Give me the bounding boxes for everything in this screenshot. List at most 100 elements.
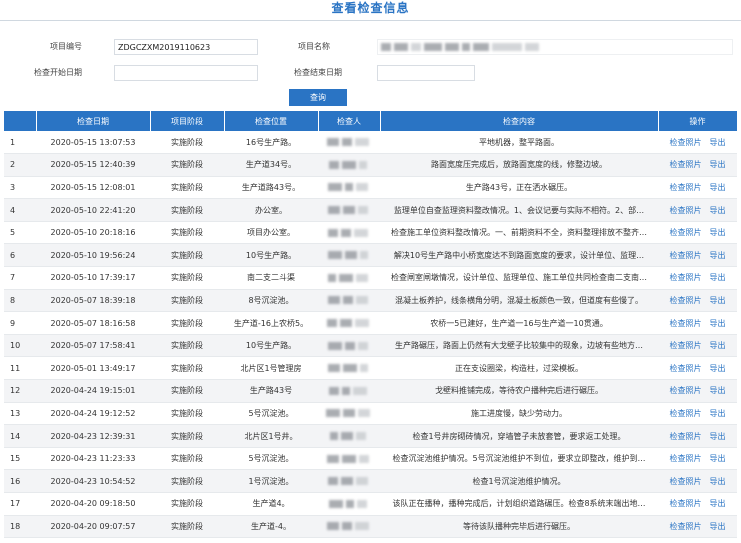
end-date-input[interactable] xyxy=(377,65,475,81)
view-photo-link[interactable]: 检查照片 xyxy=(670,432,702,441)
row-location: 16号生产路。 xyxy=(224,131,318,155)
view-photo-link[interactable]: 检查照片 xyxy=(670,138,702,147)
row-stage: 实施阶段 xyxy=(150,221,224,245)
row-content: 施工进度慢，缺少劳动力。 xyxy=(380,402,658,426)
row-content: 监理单位自查监理资料整改情况。1、会议记要与实际不相符。2、部… xyxy=(380,198,658,222)
row-location: 生产道4。 xyxy=(224,492,318,516)
row-index: 11 xyxy=(4,356,36,381)
row-date: 2020-04-20 09:07:57 xyxy=(36,515,150,539)
table-header-row: 检查日期 项目阶段 检查位置 检查人 检查内容 操作 xyxy=(4,111,738,131)
start-date-input[interactable] xyxy=(114,65,258,81)
header-actions: 操作 xyxy=(658,111,738,131)
row-content: 解决10号生产路中小桥宽度达不到路面宽度的要求，设计单位、监理… xyxy=(380,243,658,268)
row-content: 检查沉淀池维护情况。5号沉淀池维护不到位，要求立即整改，维护到… xyxy=(380,447,658,471)
view-photo-link[interactable]: 检查照片 xyxy=(670,499,702,508)
row-location: 北片区1号井。 xyxy=(224,424,318,448)
export-link[interactable]: 导出 xyxy=(710,522,726,531)
export-link[interactable]: 导出 xyxy=(710,341,726,350)
row-index: 17 xyxy=(4,492,36,516)
row-stage: 实施阶段 xyxy=(150,176,224,200)
row-inspector xyxy=(318,447,380,471)
export-link[interactable]: 导出 xyxy=(710,160,726,169)
export-link[interactable]: 导出 xyxy=(710,319,726,328)
row-content: 等待该队播种完毕后进行碾压。 xyxy=(380,515,658,539)
row-stage: 实施阶段 xyxy=(150,447,224,471)
row-date: 2020-05-10 19:56:24 xyxy=(36,243,150,268)
row-inspector xyxy=(318,469,380,493)
row-inspector xyxy=(318,131,380,155)
view-photo-link[interactable]: 检查照片 xyxy=(670,341,702,350)
view-photo-link[interactable]: 检查照片 xyxy=(670,251,702,260)
table-row: 15 2020-04-23 11:23:33 实施阶段 5号沉淀池。 检查沉淀池维护情况… xyxy=(4,447,737,471)
project-name-field[interactable] xyxy=(377,39,733,55)
row-inspector xyxy=(318,243,380,268)
row-actions: 检查照片 导出 xyxy=(658,379,737,403)
header-location: 检查位置 xyxy=(224,111,319,131)
view-photo-link[interactable]: 检查照片 xyxy=(670,364,702,373)
view-photo-link[interactable]: 检查照片 xyxy=(670,522,702,531)
row-index: 4 xyxy=(4,198,36,222)
view-photo-link[interactable]: 检查照片 xyxy=(670,454,702,463)
row-stage: 实施阶段 xyxy=(150,334,224,358)
view-photo-link[interactable]: 检查照片 xyxy=(670,296,702,305)
view-photo-link[interactable]: 检查照片 xyxy=(670,386,702,395)
row-content: 平地机器，整平路面。 xyxy=(380,131,658,155)
export-link[interactable]: 导出 xyxy=(710,386,726,395)
row-location: 5号沉淀池。 xyxy=(224,447,318,471)
view-photo-link[interactable]: 检查照片 xyxy=(670,206,702,215)
row-inspector xyxy=(318,311,380,335)
view-photo-link[interactable]: 检查照片 xyxy=(670,477,702,486)
row-actions: 检查照片 导出 xyxy=(658,402,737,426)
view-photo-link[interactable]: 检查照片 xyxy=(670,319,702,328)
row-content: 检查1号沉淀池维护情况。 xyxy=(380,469,658,493)
row-content: 正在支设圈梁，构造柱，过梁模板。 xyxy=(380,356,658,381)
row-index: 7 xyxy=(4,266,36,290)
row-index: 16 xyxy=(4,469,36,493)
row-inspector xyxy=(318,176,380,200)
export-link[interactable]: 导出 xyxy=(710,409,726,418)
row-stage: 实施阶段 xyxy=(150,266,224,290)
table-row: 4 2020-05-10 22:41:20 实施阶段 办公室。 监理单位自查监理资料整改… xyxy=(4,198,737,222)
view-photo-link[interactable]: 检查照片 xyxy=(670,409,702,418)
row-actions: 检查照片 导出 xyxy=(658,131,737,155)
export-link[interactable]: 导出 xyxy=(710,273,726,282)
export-link[interactable]: 导出 xyxy=(710,364,726,373)
row-date: 2020-05-01 13:49:17 xyxy=(36,356,150,381)
row-actions: 检查照片 导出 xyxy=(658,311,737,335)
row-content: 检查1号井房砌砖情况，穿墙管子未放套管，要求返工处理。 xyxy=(380,424,658,448)
export-link[interactable]: 导出 xyxy=(710,206,726,215)
export-link[interactable]: 导出 xyxy=(710,183,726,192)
export-link[interactable]: 导出 xyxy=(710,499,726,508)
row-inspector xyxy=(318,153,380,177)
view-photo-link[interactable]: 检查照片 xyxy=(670,183,702,192)
row-index: 8 xyxy=(4,289,36,313)
row-actions: 检查照片 导出 xyxy=(658,447,737,471)
row-date: 2020-05-07 18:16:58 xyxy=(36,311,150,335)
table-row: 16 2020-04-23 10:54:52 实施阶段 1号沉淀池。 检查1号沉淀池维护… xyxy=(4,469,737,493)
project-code-input[interactable] xyxy=(114,39,258,55)
export-link[interactable]: 导出 xyxy=(710,432,726,441)
row-location: 项目办公室。 xyxy=(224,221,318,245)
export-link[interactable]: 导出 xyxy=(710,251,726,260)
row-date: 2020-04-24 19:12:52 xyxy=(36,402,150,426)
view-photo-link[interactable]: 检查照片 xyxy=(670,160,702,169)
export-link[interactable]: 导出 xyxy=(710,477,726,486)
row-index: 2 xyxy=(4,153,36,177)
row-stage: 实施阶段 xyxy=(150,131,224,155)
export-link[interactable]: 导出 xyxy=(710,228,726,237)
row-inspector xyxy=(318,289,380,313)
view-photo-link[interactable]: 检查照片 xyxy=(670,273,702,282)
row-index: 12 xyxy=(4,379,36,403)
export-link[interactable]: 导出 xyxy=(710,296,726,305)
export-link[interactable]: 导出 xyxy=(710,138,726,147)
export-link[interactable]: 导出 xyxy=(710,454,726,463)
table-row: 8 2020-05-07 18:39:18 实施阶段 8号沉淀池。 混凝土板养护，线条横… xyxy=(4,289,737,313)
row-index: 6 xyxy=(4,243,36,268)
query-button[interactable]: 查询 xyxy=(289,89,347,106)
row-actions: 检查照片 导出 xyxy=(658,243,737,268)
view-photo-link[interactable]: 检查照片 xyxy=(670,228,702,237)
row-location: 生产道-4。 xyxy=(224,515,318,539)
row-location: 生产道-16上农桥5。 xyxy=(224,311,318,335)
table-row: 3 2020-05-15 12:08:01 实施阶段 生产道路43号。 生产路43号，正… xyxy=(4,176,737,200)
row-actions: 检查照片 导出 xyxy=(658,334,737,358)
